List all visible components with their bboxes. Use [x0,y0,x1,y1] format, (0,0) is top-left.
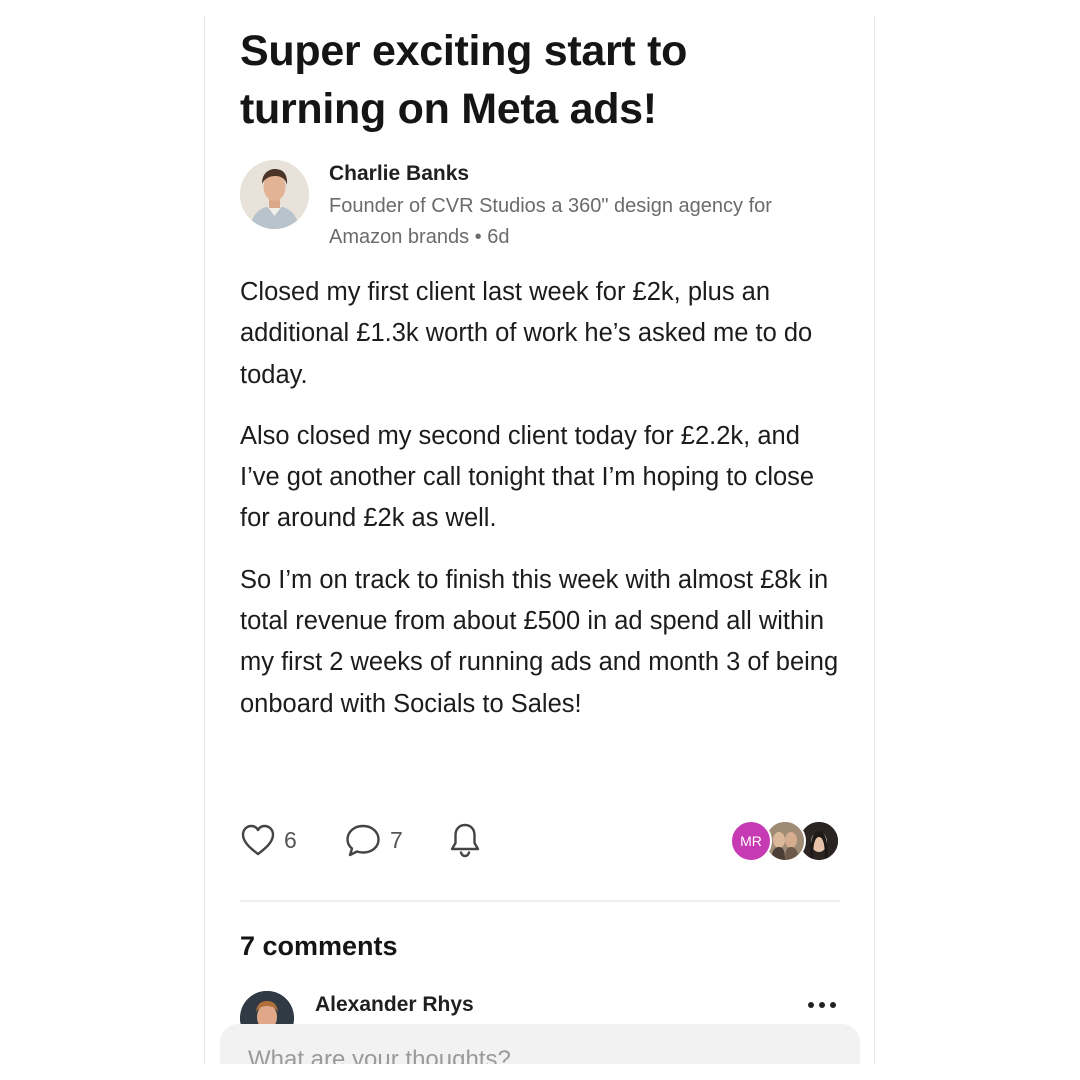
author-name[interactable]: Charlie Banks [329,162,469,186]
heart-icon [241,824,275,856]
author-avatar[interactable] [240,160,309,229]
post-age: 6d [487,226,510,248]
comments-heading: 7 comments [240,931,398,961]
post-screen: Super exciting start to turning on Meta … [204,16,875,1064]
author-bio-text: Founder of CVR Studios a 360" design age… [329,195,772,248]
post-body: Closed my first client last week for £2k… [240,272,840,745]
composer-placeholder: What are your thoughts? [248,1046,511,1064]
bell-icon [450,823,480,858]
post-title: Super exciting start to turning on Meta … [240,27,688,133]
like-button[interactable]: 6 [240,818,297,862]
commenter-name[interactable]: Alexander Rhys [315,993,474,1017]
more-options-button[interactable] [806,995,838,1015]
post-paragraph: Also closed my second client today for £… [240,421,815,533]
participant-avatar-mr: MR [730,820,772,862]
post-paragraph: So I’m on track to finish this week with… [240,565,839,718]
comment-composer[interactable]: What are your thoughts? [220,1024,860,1064]
speech-bubble-icon [346,824,380,857]
participant-avatars[interactable]: MR [730,820,840,862]
meta-separator: • [474,226,488,248]
post-paragraph: Closed my first client last week for £2k… [240,278,813,389]
notify-button[interactable] [448,818,482,862]
author-block: Charlie Banks Founder of CVR Studios a 3… [240,160,840,250]
like-count: 6 [284,826,297,853]
post-actions: 6 7 MR [240,818,840,862]
author-bio: Founder of CVR Studios a 360" design age… [329,191,829,253]
comment-button[interactable]: 7 [344,818,403,862]
more-dots-icon [808,1002,836,1008]
comment-count: 7 [390,826,403,853]
divider [240,900,840,902]
